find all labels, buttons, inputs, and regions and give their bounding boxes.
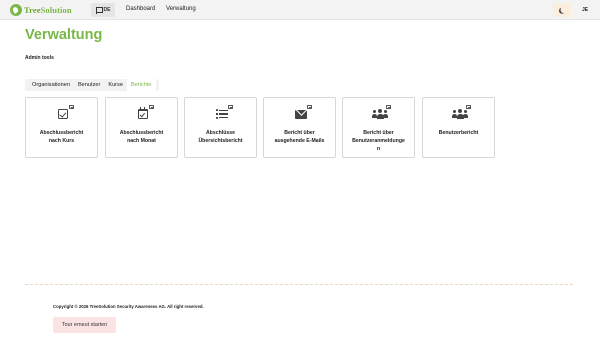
users-icon (452, 109, 468, 120)
report-card-completion-by-month[interactable]: Abschlussbericht nach Monat (105, 97, 178, 158)
report-document-icon (307, 105, 312, 109)
page-subtitle: Admin tools (25, 55, 54, 61)
tab-kurse[interactable]: Kurse (104, 79, 127, 91)
report-document-icon (228, 105, 233, 109)
page-title: Verwaltung (25, 27, 103, 43)
report-card-label: Benutzerbericht (438, 130, 479, 136)
user-avatar[interactable]: JE (577, 3, 593, 17)
report-document-icon (149, 105, 154, 109)
footer-divider (25, 284, 573, 285)
report-card-user-report[interactable]: Benutzerbericht (422, 97, 495, 158)
leaf-logo-icon (10, 4, 22, 16)
logo-text: TreeSolution (24, 5, 72, 15)
nav-dashboard[interactable]: Dashboard (126, 6, 155, 12)
calendar-check-icon (136, 107, 149, 120)
tab-benutzer[interactable]: Benutzer (74, 79, 104, 91)
language-label: DE (103, 7, 111, 13)
report-document-icon (69, 105, 74, 109)
report-card-user-registrations[interactable]: Bericht über Benutzeranmeldunge n (342, 97, 415, 158)
theme-toggle-button[interactable] (553, 3, 571, 17)
treesolution-logo[interactable]: TreeSolution (10, 3, 72, 17)
report-card-label: Abschlussbericht nach Kurs (39, 130, 84, 144)
restart-tour-button[interactable]: Tour erneut starten (53, 317, 116, 333)
report-card-label: Abschlüsse Übersichtsbericht (198, 130, 243, 144)
check-square-icon (56, 109, 69, 120)
report-card-completion-by-course[interactable]: Abschlussbericht nach Kurs (25, 97, 98, 158)
top-navigation-bar: TreeSolution DE Dashboard Verwaltung JE (0, 0, 600, 20)
report-card-label: Bericht über Benutzeranmeldunge n (352, 130, 405, 152)
envelope-icon (294, 109, 307, 120)
copyright-text: Copyright © 2026 TreeSolution Security A… (53, 304, 204, 309)
users-icon (372, 109, 388, 120)
moon-icon (561, 7, 567, 13)
nav-verwaltung[interactable]: Verwaltung (166, 6, 196, 12)
language-button[interactable]: DE (91, 3, 115, 17)
tab-berichte[interactable]: Berichte (126, 79, 156, 91)
flag-icon (95, 7, 103, 14)
report-card-outgoing-emails[interactable]: Bericht über ausgehende E-Mails (263, 97, 336, 158)
tab-organisationen[interactable]: Organisationen (28, 79, 74, 91)
report-card-label: Abschlussbericht nach Monat (119, 130, 164, 144)
report-card-completions-overview[interactable]: Abschlüsse Übersichtsbericht (184, 97, 257, 158)
list-icon (215, 109, 228, 120)
report-card-label: Bericht über ausgehende E-Mails (274, 130, 325, 144)
admin-tabs: Organisationen Benutzer Kurse Berichte (25, 79, 159, 91)
